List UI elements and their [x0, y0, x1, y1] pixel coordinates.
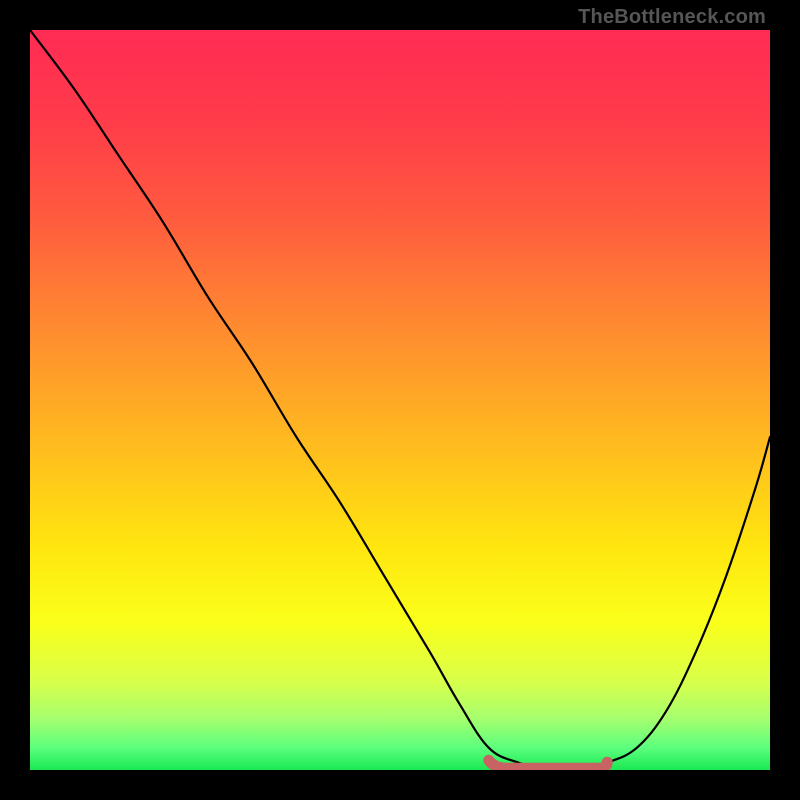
chart-frame — [30, 30, 770, 770]
chart-svg — [30, 30, 770, 770]
bottleneck-curve — [30, 30, 770, 770]
plot-area — [30, 30, 770, 770]
optimal-marker — [489, 760, 607, 768]
watermark-text: TheBottleneck.com — [578, 6, 766, 29]
